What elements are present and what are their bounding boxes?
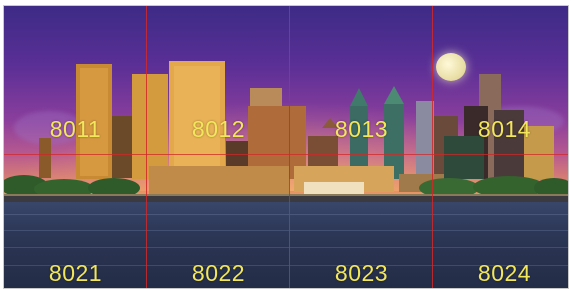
city-skyline — [4, 61, 568, 202]
grid-divider-vertical — [432, 6, 433, 288]
skyline-image-frame: 8011 8012 8013 8014 8021 8022 8023 8024 — [3, 5, 569, 289]
water-ripple — [4, 247, 568, 248]
tile-label-8021[interactable]: 8021 — [4, 260, 147, 287]
tile-label-8012[interactable]: 8012 — [147, 116, 290, 143]
grid-divider-vertical — [289, 6, 290, 288]
grid-divider-vertical — [146, 6, 147, 288]
tile-label-8023[interactable]: 8023 — [290, 260, 433, 287]
water-ripple — [4, 230, 568, 231]
tile-label-8024[interactable]: 8024 — [433, 260, 568, 287]
grid-divider-horizontal — [4, 154, 568, 155]
tile-label-8022[interactable]: 8022 — [147, 260, 290, 287]
water-ripple — [4, 214, 568, 215]
tile-label-8011[interactable]: 8011 — [4, 116, 147, 143]
tile-label-8014[interactable]: 8014 — [433, 116, 568, 143]
tile-label-8013[interactable]: 8013 — [290, 116, 433, 143]
